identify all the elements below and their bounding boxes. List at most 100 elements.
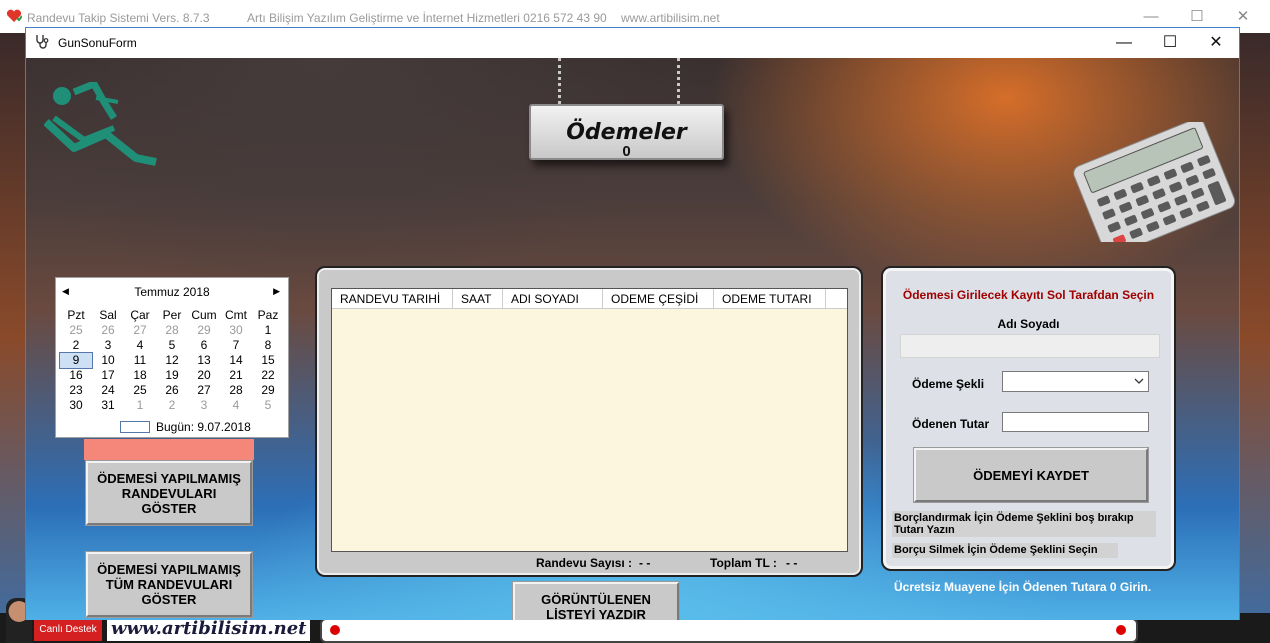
appointments-panel: RANDEVU TARIHİ SAAT ADI SOYADI ODEME ÇEŞ… <box>315 266 863 577</box>
sign-title: Ödemeler <box>566 120 687 145</box>
calendar-day[interactable]: 25 <box>60 323 92 338</box>
payment-type-select[interactable] <box>1002 371 1149 392</box>
dental-chair-icon <box>44 82 157 166</box>
calendar-day[interactable]: 17 <box>92 368 124 383</box>
calendar-day[interactable]: 22 <box>252 368 284 383</box>
column-header-payment-amount[interactable]: ODEME TUTARI <box>714 289 826 308</box>
calendar-weekday: Çar <box>130 308 150 322</box>
show-all-unpaid-appointments-button[interactable]: ÖDEMESİ YAPILMAMIŞ TÜM RANDEVULARI GÖSTE… <box>85 551 253 618</box>
appointment-count-label: Randevu Sayısı : <box>536 556 633 570</box>
calendar-day[interactable]: 27 <box>124 323 156 338</box>
total-tl-value: - - <box>786 556 798 570</box>
calendar-day[interactable]: 31 <box>92 398 124 413</box>
calendar-day[interactable]: 15 <box>252 353 284 368</box>
calendar-weekday: Sal <box>99 308 117 322</box>
calendar-weekday: Cmt <box>225 308 247 322</box>
calendar-week-row: 30 31 1 2 3 4 5 <box>60 398 286 413</box>
calendar-day[interactable]: 14 <box>220 353 252 368</box>
calendar-day[interactable]: 26 <box>92 323 124 338</box>
live-support-button[interactable]: Canlı Destek <box>34 619 102 641</box>
calendar-day[interactable]: 1 <box>124 398 156 413</box>
calendar-day[interactable]: 24 <box>92 383 124 398</box>
calendar-today[interactable]: Bugün: 9.07.2018 <box>120 420 251 434</box>
calendar-next-month-icon[interactable]: ▶ <box>273 286 280 297</box>
calendar-day[interactable]: 6 <box>188 338 220 353</box>
calendar-day[interactable]: 13 <box>188 353 220 368</box>
calendar-day[interactable]: 30 <box>220 323 252 338</box>
column-header-date[interactable]: RANDEVU TARIHİ <box>332 289 453 308</box>
calendar-day[interactable]: 26 <box>156 383 188 398</box>
payments-count: 0 <box>622 143 631 160</box>
table-summary: Randevu Sayısı : - - Toplam TL : - - <box>331 554 848 572</box>
calendar-day[interactable]: 20 <box>188 368 220 383</box>
calendar-day[interactable]: 27 <box>188 383 220 398</box>
calendar-week-row: 23 24 25 26 27 28 29 <box>60 383 286 398</box>
parent-maximize-button[interactable]: ☐ <box>1174 6 1220 28</box>
paid-amount-label: Ödenen Tutar <box>912 417 990 431</box>
calendar-day[interactable]: 18 <box>124 368 156 383</box>
patient-name-label: Adı Soyadı <box>997 317 1060 331</box>
print-list-button[interactable]: GÖRÜNTÜLENEN LİSTEYİ YAZDIR <box>512 581 680 620</box>
parent-close-button[interactable]: ✕ <box>1220 6 1266 28</box>
close-button[interactable]: ✕ <box>1193 32 1239 54</box>
minimize-button[interactable]: — <box>1101 32 1147 54</box>
heart-logo-icon <box>6 9 22 22</box>
save-payment-button[interactable]: ÖDEMEYİ KAYDET <box>913 447 1149 503</box>
calendar-week-row: 25 26 27 28 29 30 1 <box>60 323 286 338</box>
show-unpaid-appointments-button[interactable]: ÖDEMESİ YAPILMAMIŞ RANDEVULARI GÖSTER <box>85 460 253 526</box>
calendar-day[interactable]: 10 <box>92 353 124 368</box>
window-title: GunSonuForm <box>58 36 137 50</box>
gunsonu-window: GunSonuForm — ☐ ✕ Ödemeler 0 ◀ Temmuz 20… <box>25 27 1240 620</box>
calendar-day[interactable]: 29 <box>252 383 284 398</box>
table-header: RANDEVU TARIHİ SAAT ADI SOYADI ODEME ÇEŞ… <box>332 289 847 309</box>
calendar-week-row: 9 10 11 12 13 14 15 <box>59 352 286 369</box>
calendar-day[interactable]: 23 <box>60 383 92 398</box>
calendar-day[interactable]: 16 <box>60 368 92 383</box>
calendar-day[interactable]: 3 <box>92 338 124 353</box>
appointment-count-value: - - <box>639 556 651 570</box>
calendar-day[interactable]: 4 <box>124 338 156 353</box>
calendar-day[interactable]: 3 <box>188 398 220 413</box>
payments-sign: Ödemeler 0 <box>529 104 724 160</box>
calendar-weekday: Pzt <box>67 308 85 322</box>
calendar-day[interactable]: 4 <box>220 398 252 413</box>
column-header-payment-type[interactable]: ODEME ÇEŞİDİ <box>603 289 714 308</box>
calendar-day[interactable]: 28 <box>156 323 188 338</box>
parent-bottom-bar <box>320 618 1138 643</box>
calendar-day[interactable]: 2 <box>60 338 92 353</box>
month-calendar[interactable]: ◀ Temmuz 2018 ▶ Pzt Sal Çar Per Cum Cmt Paz 25 2… <box>55 277 289 438</box>
appointments-table[interactable]: RANDEVU TARIHİ SAAT ADI SOYADI ODEME ÇEŞ… <box>331 288 848 552</box>
calendar-day[interactable]: 12 <box>156 353 188 368</box>
calendar-grid: Pzt Sal Çar Per Cum Cmt Paz 25 26 27 28 29 30 1 2 3 4 5 6 7… <box>59 308 286 413</box>
calendar-week-row: 2345678 <box>60 338 286 353</box>
calendar-day[interactable]: 21 <box>220 368 252 383</box>
sign-chain <box>558 58 566 104</box>
clear-debt-note: Borçu Silmek İçin Ödeme Şeklini Seçin <box>892 543 1118 558</box>
red-dot-icon <box>330 625 340 635</box>
calendar-day[interactable]: 8 <box>252 338 284 353</box>
parent-minimize-button[interactable]: — <box>1128 6 1174 28</box>
calendar-day[interactable]: 7 <box>220 338 252 353</box>
chevron-down-icon <box>1134 378 1144 384</box>
maximize-button[interactable]: ☐ <box>1147 32 1193 54</box>
calendar-weekday: Paz <box>257 308 279 322</box>
paid-amount-input[interactable] <box>1002 412 1149 432</box>
payment-instruction: Ödemesi Girilecek Kayıtı Sol Tarafdan Se… <box>902 288 1155 302</box>
debt-note: Borçlandırmak İçin Ödeme Şeklini boş bır… <box>892 511 1156 537</box>
calendar-day[interactable]: 25 <box>124 383 156 398</box>
calendar-day[interactable]: 5 <box>252 398 284 413</box>
calendar-day[interactable]: 29 <box>188 323 220 338</box>
calendar-day[interactable]: 5 <box>156 338 188 353</box>
calendar-day[interactable]: 2 <box>156 398 188 413</box>
column-header-name[interactable]: ADI SOYADI <box>503 289 603 308</box>
patient-name-field <box>900 334 1160 358</box>
calendar-day[interactable]: 1 <box>252 323 284 338</box>
stethoscope-icon <box>36 35 49 49</box>
calendar-day[interactable]: 30 <box>60 398 92 413</box>
calendar-day[interactable]: 19 <box>156 368 188 383</box>
calendar-day[interactable]: 11 <box>124 353 156 368</box>
column-header-time[interactable]: SAAT <box>453 289 503 308</box>
payment-entry-panel: Ödemesi Girilecek Kayıtı Sol Tarafdan Se… <box>881 266 1176 571</box>
calendar-day[interactable]: 9 <box>59 352 93 369</box>
calendar-day[interactable]: 28 <box>220 383 252 398</box>
